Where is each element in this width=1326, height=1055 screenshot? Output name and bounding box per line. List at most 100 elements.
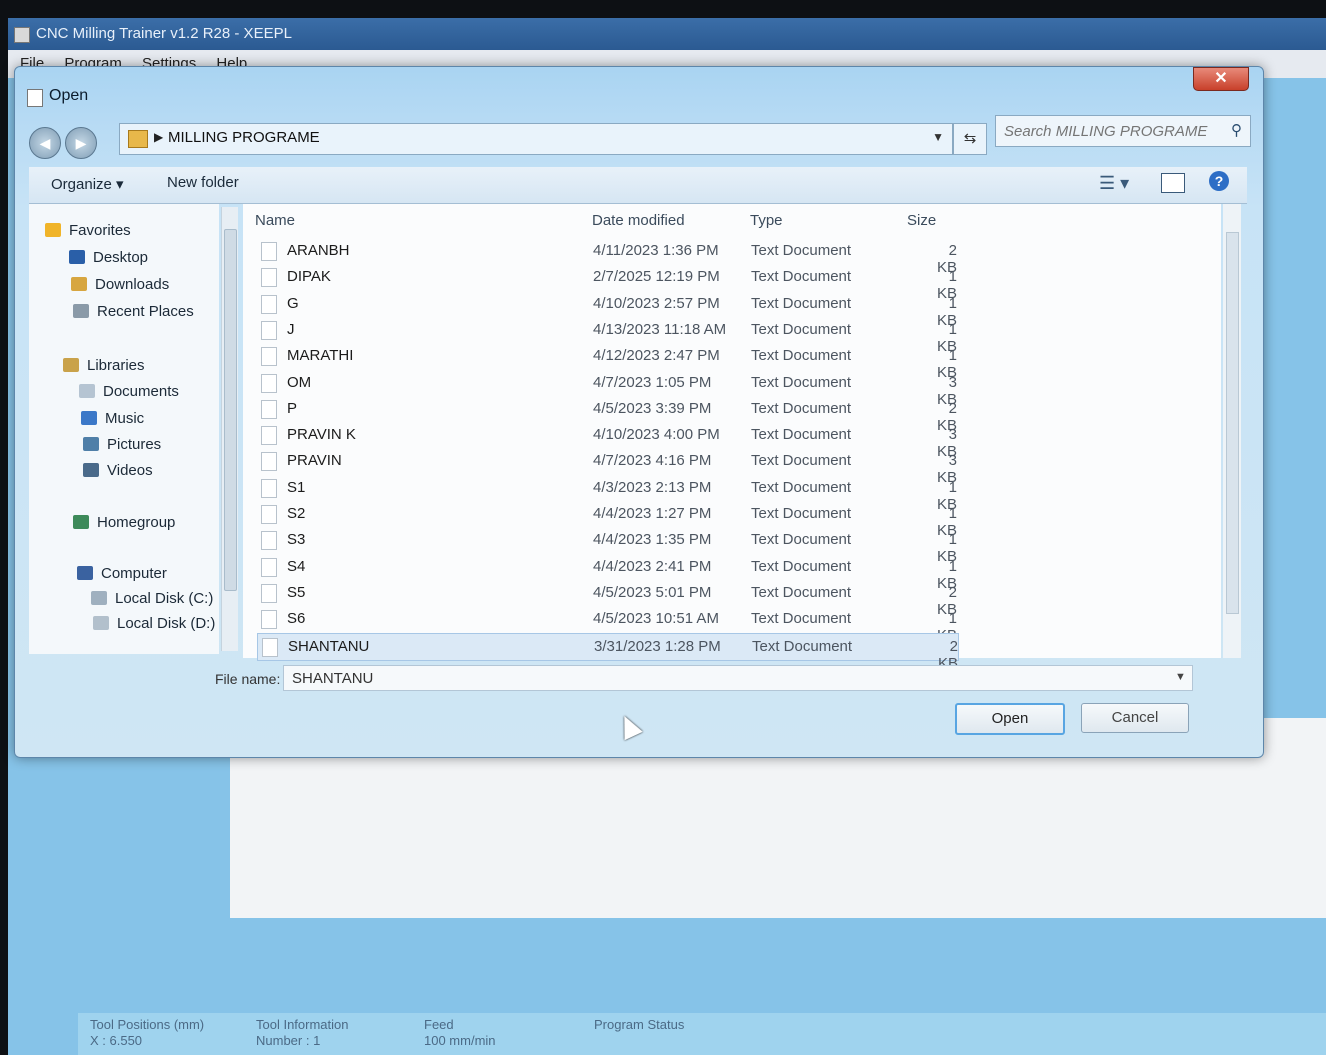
nav-music[interactable]: Music — [81, 410, 144, 427]
open-button[interactable]: Open — [955, 703, 1065, 735]
file-name-label: File name: — [215, 671, 281, 687]
column-size[interactable]: Size — [907, 212, 936, 229]
address-path[interactable]: MILLING PROGRAME — [168, 129, 320, 146]
nav-computer[interactable]: Computer — [77, 565, 167, 582]
file-row[interactable]: PRAVIN 4/7/2023 4:16 PM Text Document 3 KB — [257, 448, 957, 486]
nav-scroll-thumb[interactable] — [224, 229, 237, 591]
dialog-title: Open — [49, 87, 89, 104]
videos-icon — [83, 463, 99, 477]
nav-label: Music — [105, 410, 145, 427]
file-name: S2 — [287, 505, 306, 522]
chevron-down-icon[interactable]: ▼ — [1175, 671, 1186, 683]
nav-label: Videos — [107, 462, 153, 479]
chevron-right-icon[interactable]: ▶ — [154, 130, 163, 144]
file-type: Text Document — [751, 557, 852, 575]
file-row[interactable]: S2 4/4/2023 1:27 PM Text Document 1 KB — [257, 501, 957, 539]
text-file-icon — [261, 610, 277, 630]
close-icon: ✕ — [1214, 70, 1228, 87]
file-type: Text Document — [751, 426, 852, 444]
text-file-icon — [261, 426, 277, 446]
close-button[interactable]: ✕ — [1193, 67, 1249, 91]
nav-libraries[interactable]: Libraries — [63, 357, 145, 374]
file-row[interactable]: S64/5/2023 10:51 AMText Document1 KB — [257, 606, 957, 644]
file-date: 4/12/2023 2:47 PM — [593, 347, 720, 365]
text-file-icon — [261, 347, 277, 367]
nav-local-disk-d[interactable]: Local Disk (D:) — [93, 615, 215, 632]
nav-recent-places[interactable]: Recent Places — [73, 303, 194, 320]
file-name-input[interactable] — [283, 665, 1193, 691]
libraries-icon — [63, 358, 79, 372]
file-name: MARATHI — [287, 347, 354, 365]
file-row[interactable]: PRAVIN K 4/10/2023 4:00 PM Text Document 3 … — [257, 422, 957, 460]
refresh-button[interactable]: ⇆ — [953, 123, 987, 155]
file-row[interactable]: OM 4/7/2023 1:05 PM Text Document 3 KB — [257, 370, 957, 408]
forward-button[interactable]: ▶ — [65, 127, 97, 159]
preview-pane-icon[interactable] — [1161, 173, 1185, 193]
file-list-scrollbar[interactable] — [1223, 204, 1241, 658]
nav-videos[interactable]: Videos — [83, 462, 153, 479]
file-row[interactable]: S1 4/3/2023 2:13 PM Text Document 1 KB — [257, 475, 957, 513]
file-type: Text Document — [751, 505, 852, 522]
feed-panel: Feed 100 mm/min — [424, 1017, 496, 1049]
column-name[interactable]: Name — [255, 212, 295, 229]
file-name: ARANBH — [287, 242, 350, 259]
file-row[interactable]: ARANBH 4/11/2023 1:36 PM Text Document 2 KB — [257, 238, 957, 276]
nav-label: Desktop — [93, 249, 149, 266]
nav-documents[interactable]: Documents — [79, 383, 179, 400]
file-name: PRAVIN — [287, 452, 342, 470]
file-row[interactable]: J 4/13/2023 11:18 AM Text Document 1 KB — [257, 317, 957, 355]
nav-favorites[interactable]: Favorites — [45, 222, 131, 239]
nav-homegroup[interactable]: Homegroup — [73, 514, 175, 531]
file-name: SHANTANU — [288, 637, 370, 655]
text-file-icon — [261, 399, 277, 419]
file-row[interactable]: P 4/5/2023 3:39 PM Text Document 2 KB — [257, 396, 957, 434]
file-type: Text Document — [751, 347, 852, 365]
nav-label: Documents — [103, 383, 179, 400]
nav-scrollbar[interactable] — [221, 207, 238, 651]
file-type: Text Document — [751, 583, 852, 601]
arrow-right-icon: ▶ — [75, 135, 87, 151]
file-name: G — [287, 294, 299, 312]
help-icon[interactable]: ? — [1209, 171, 1229, 191]
address-bar[interactable]: ▶ MILLING PROGRAME ▼ — [119, 123, 953, 155]
file-list-scroll-thumb[interactable] — [1226, 232, 1239, 614]
column-type[interactable]: Type — [750, 212, 783, 229]
search-icon[interactable]: ⚲ — [1231, 121, 1242, 139]
column-date-modified[interactable]: Date modified — [592, 212, 685, 229]
nav-downloads[interactable]: Downloads — [71, 276, 169, 293]
file-name: S6 — [287, 610, 306, 628]
search-input[interactable] — [1002, 120, 1224, 142]
file-row[interactable]: S3 4/4/2023 1:35 PM Text Document 1 KB — [257, 527, 957, 565]
program-status-label: Program Status — [594, 1017, 685, 1032]
file-row[interactable]: MARATHI 4/12/2023 2:47 PM Text Document 1 K… — [257, 343, 957, 381]
file-type: Text Document — [751, 399, 852, 417]
chevron-down-icon[interactable]: ▼ — [932, 130, 944, 144]
file-row[interactable]: S4 4/4/2023 2:41 PM Text Document 1 KB — [257, 554, 957, 592]
view-options-icon[interactable]: ☰ ▾ — [1099, 173, 1129, 194]
refresh-icon: ⇆ — [963, 130, 977, 147]
nav-label: Homegroup — [97, 514, 176, 531]
file-row[interactable]: G 4/10/2023 2:57 PM Text Document 1 KB — [257, 291, 957, 329]
text-file-icon — [261, 583, 277, 603]
text-file-icon — [261, 320, 277, 340]
file-type: Text Document — [751, 610, 852, 628]
file-row[interactable]: SHANTANU 3/31/2023 1:28 PM Text Document 2 … — [257, 632, 959, 672]
file-type: Text Document — [752, 637, 853, 655]
feed-value: 100 mm/min — [424, 1033, 496, 1048]
cancel-button[interactable]: Cancel — [1081, 703, 1189, 733]
tool-info-value: Number : 1 — [256, 1033, 321, 1048]
file-row[interactable]: DIPAK 2/7/2025 12:19 PM Text Document 1 KB — [257, 264, 957, 302]
file-row[interactable]: S5 4/5/2023 5:01 PM Text Document 2 KB — [257, 580, 957, 618]
text-file-icon — [261, 373, 277, 393]
back-button[interactable]: ◀ — [29, 127, 61, 159]
new-folder-button[interactable]: New folder — [167, 174, 239, 191]
file-name: J — [287, 320, 295, 338]
file-type: Text Document — [751, 320, 852, 338]
nav-pictures[interactable]: Pictures — [83, 436, 161, 453]
file-date: 4/13/2023 11:18 AM — [593, 320, 727, 338]
nav-local-disk-c[interactable]: Local Disk (C:) — [91, 590, 213, 607]
search-box[interactable]: ⚲ — [995, 115, 1251, 147]
nav-desktop[interactable]: Desktop — [69, 249, 148, 266]
file-list: Name Date modified Type Size ARANBH 4/11/… — [243, 204, 1221, 672]
organize-button[interactable]: Organize ▾ — [51, 175, 124, 193]
